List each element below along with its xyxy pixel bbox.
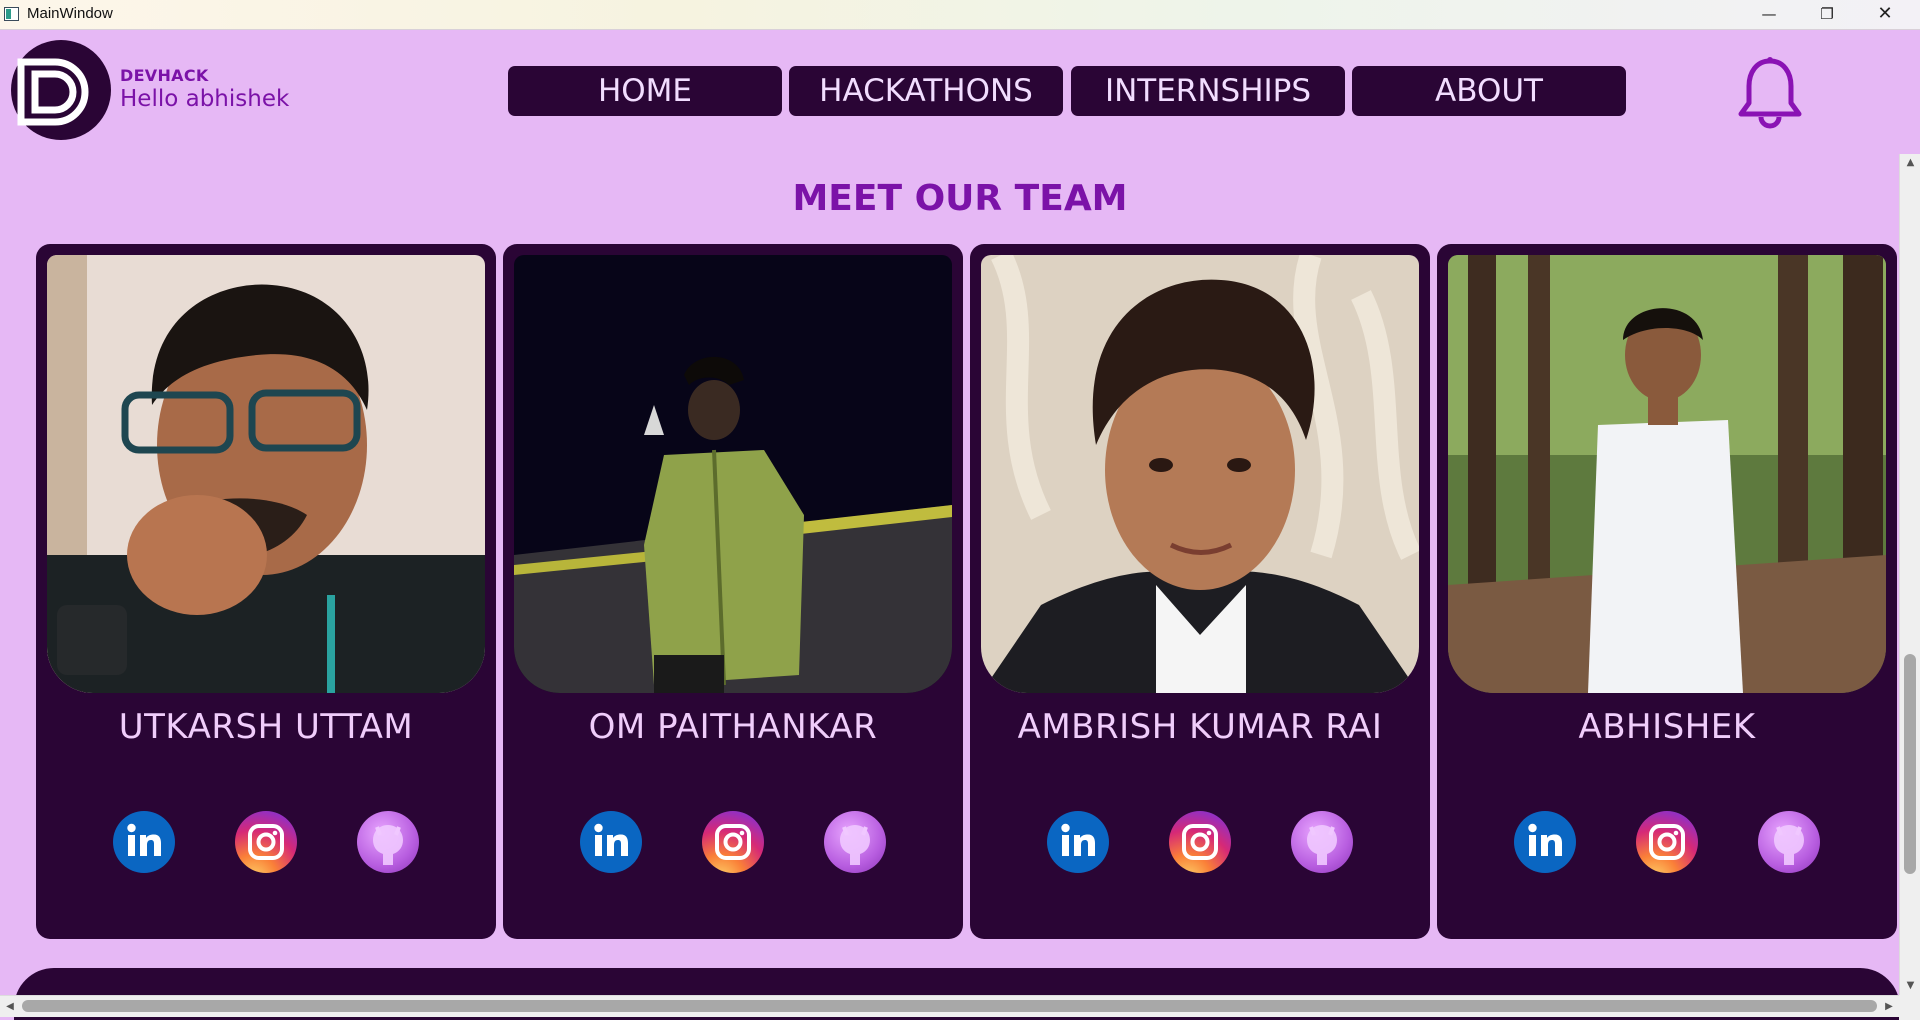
- instagram-icon[interactable]: [235, 811, 297, 873]
- member-name: OM PAITHANKAR: [588, 707, 878, 747]
- nav-home-button[interactable]: HOME: [508, 66, 782, 116]
- vertical-scrollbar[interactable]: ▲ ▼: [1899, 154, 1920, 995]
- nav-hackathons-button[interactable]: HACKATHONS: [789, 66, 1063, 116]
- member-photo: [514, 255, 952, 693]
- github-icon[interactable]: [824, 811, 886, 873]
- linkedin-icon[interactable]: [580, 811, 642, 873]
- horizontal-scroll-thumb[interactable]: [22, 1000, 1877, 1012]
- linkedin-icon[interactable]: [113, 811, 175, 873]
- horizontal-scrollbar[interactable]: ◀ ▶: [0, 995, 1899, 1017]
- maximize-button[interactable]: ❐: [1798, 0, 1856, 29]
- close-icon: ✕: [1877, 3, 1893, 24]
- team-card: ABHISHEK: [1437, 244, 1897, 939]
- member-photo: [47, 255, 485, 693]
- member-name: UTKARSH UTTAM: [118, 707, 414, 747]
- scroll-right-icon[interactable]: ▶: [1879, 996, 1899, 1017]
- window-title-bar: MainWindow — ❐ ✕: [0, 0, 1920, 30]
- github-icon[interactable]: [1291, 811, 1353, 873]
- nav-internships-button[interactable]: INTERNSHIPS: [1071, 66, 1345, 116]
- scrollbar-corner: [1899, 995, 1920, 1020]
- instagram-icon[interactable]: [702, 811, 764, 873]
- instagram-icon[interactable]: [1636, 811, 1698, 873]
- vertical-scroll-thumb[interactable]: [1904, 654, 1916, 874]
- minimize-icon: —: [1761, 5, 1777, 23]
- team-card: UTKARSH UTTAM: [36, 244, 496, 939]
- linkedin-icon[interactable]: [1514, 811, 1576, 873]
- member-name: ABHISHEK: [1578, 707, 1756, 747]
- github-icon[interactable]: [1758, 811, 1820, 873]
- window-title: MainWindow: [27, 5, 113, 22]
- team-card: AMBRISH KUMAR RAI: [970, 244, 1430, 939]
- github-icon[interactable]: [357, 811, 419, 873]
- member-name: AMBRISH KUMAR RAI: [1017, 707, 1383, 747]
- instagram-icon[interactable]: [1169, 811, 1231, 873]
- scroll-left-icon[interactable]: ◀: [0, 996, 20, 1017]
- member-photo: [981, 255, 1419, 693]
- app-icon: [4, 7, 19, 21]
- linkedin-icon[interactable]: [1047, 811, 1109, 873]
- team-card: OM PAITHANKAR: [503, 244, 963, 939]
- restore-icon: ❐: [1820, 5, 1834, 23]
- minimize-button[interactable]: —: [1740, 0, 1798, 29]
- brand-name: DEVHACK: [120, 66, 209, 85]
- close-button[interactable]: ✕: [1856, 0, 1914, 29]
- nav-about-button[interactable]: ABOUT: [1352, 66, 1626, 116]
- user-greeting: Hello abhishek: [120, 86, 290, 112]
- bell-icon[interactable]: [1735, 55, 1805, 130]
- devhack-logo[interactable]: [11, 40, 111, 140]
- scroll-down-icon[interactable]: ▼: [1900, 977, 1920, 995]
- member-photo: [1448, 255, 1886, 693]
- section-title: MEET OUR TEAM: [792, 178, 1128, 219]
- scroll-up-icon[interactable]: ▲: [1900, 154, 1920, 172]
